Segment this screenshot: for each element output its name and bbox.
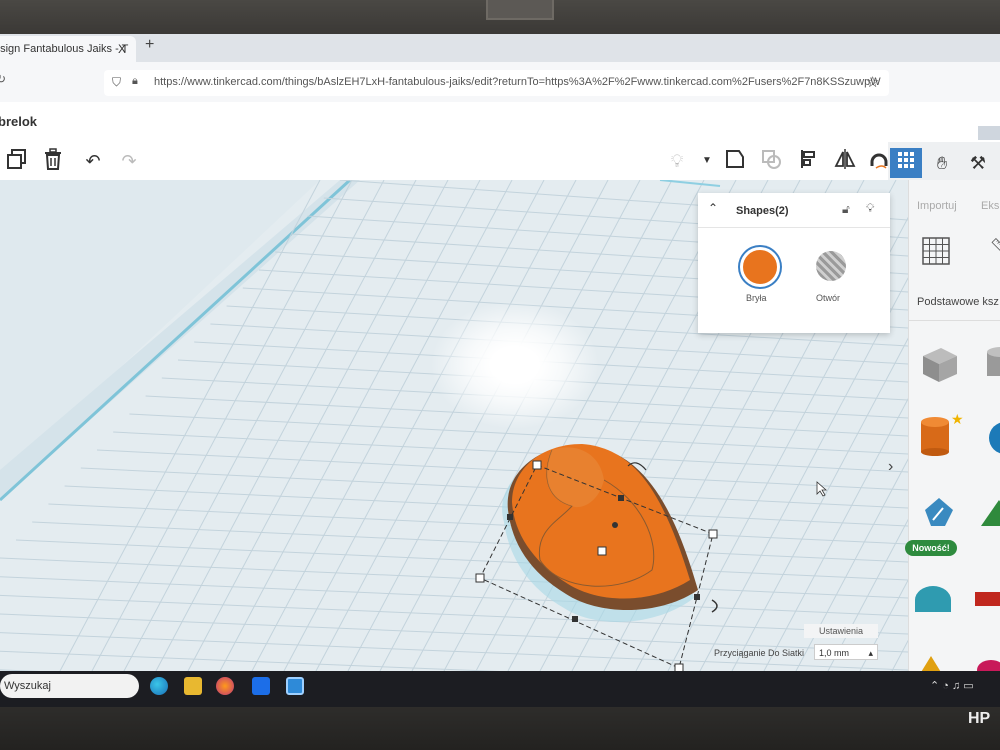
firefox-icon[interactable] — [216, 677, 234, 695]
solid-label: Bryła — [746, 293, 767, 303]
panel-divider — [909, 320, 1000, 321]
pyramid-shape[interactable] — [911, 650, 951, 671]
webcam-cover — [486, 0, 554, 20]
url-field[interactable]: ⛉ 🔒︎ https://www.tinkercad.com/things/bA… — [104, 70, 889, 96]
ungroup-icon[interactable] — [758, 148, 784, 174]
bookmark-star-icon[interactable]: ☆ — [866, 73, 879, 91]
shape-category-title[interactable]: Podstawowe ksz — [917, 296, 999, 308]
visibility-bulb-icon[interactable]: 💡︎ — [866, 201, 874, 216]
project-name[interactable]: brelok — [0, 114, 37, 129]
cylinder-shape[interactable]: ★ — [917, 412, 964, 456]
app-header: brelok — [0, 102, 1000, 143]
shapes-inspector: ⌃ Shapes(2) 🔓︎ 💡︎ Bryła Otwór — [698, 193, 890, 333]
tab-close-icon[interactable]: X — [118, 36, 126, 62]
hp-logo: HP — [968, 710, 991, 727]
lock-icon[interactable]: 🔓︎ — [842, 202, 850, 217]
snap-grid-label: Przyciąganie Do Siatki — [714, 648, 805, 658]
undo-icon[interactable]: ↶ — [80, 148, 106, 174]
mirror-icon[interactable] — [832, 148, 858, 174]
text-shape[interactable] — [973, 580, 1000, 620]
import-button[interactable]: Importuj — [917, 200, 957, 212]
shapes-count-title: Shapes(2) — [736, 205, 789, 217]
edit-toolbar: ↶ ↷ 💡︎ ▼ — [0, 142, 1000, 180]
screen-glare — [430, 300, 600, 430]
ruler-icon[interactable]: 📏︎ — [989, 236, 1000, 261]
dropbox-icon[interactable] — [252, 677, 270, 695]
taskbar-search[interactable]: Wyszukaj — [0, 674, 139, 698]
system-tray[interactable]: ⌃ ◔ ♫ ▭ — [930, 679, 974, 692]
shapes-inspector-header[interactable]: ⌃ Shapes(2) 🔓︎ 💡︎ — [698, 193, 890, 228]
redo-icon[interactable]: ↷ — [116, 148, 142, 174]
chevron-up-icon[interactable]: ⌃ — [708, 201, 718, 215]
align-icon[interactable] — [796, 148, 822, 174]
hole-label: Otwór — [816, 293, 841, 303]
app-c-icon[interactable] — [286, 677, 304, 695]
half-cylinder-shape[interactable] — [913, 580, 953, 620]
solid-button[interactable] — [740, 247, 780, 287]
grid-view-icon[interactable] — [890, 148, 922, 178]
edge-icon[interactable] — [150, 677, 168, 695]
screen: esign Fantabulous Jaiks - T X + ⌄ ↻ ⛉ 🔒︎… — [0, 34, 1000, 671]
new-badge: Nowość! — [905, 540, 957, 556]
monitor-bezel-top — [0, 0, 1000, 36]
monitor-bezel-bottom — [0, 707, 1000, 750]
group-icon[interactable] — [722, 148, 748, 174]
chevron-down-icon: ▴ — [868, 648, 873, 658]
user-avatar[interactable] — [978, 126, 1000, 140]
blocks-icon[interactable]: ✋︎ — [926, 148, 958, 178]
sphere-shape[interactable] — [985, 418, 1000, 458]
view-mode-switcher: ✋︎ ⚒︎ — [888, 142, 1000, 182]
chevron-right-icon[interactable]: › — [888, 458, 893, 476]
trash-icon[interactable] — [40, 148, 66, 174]
lock-icon[interactable]: 🔒︎ — [132, 75, 138, 88]
lightbulb-icon[interactable]: 💡︎ — [664, 148, 690, 174]
windows-taskbar: Wyszukaj ⌃ ◔ ♫ ▭ — [0, 671, 1000, 707]
browser-tab[interactable]: esign Fantabulous Jaiks - T X — [0, 36, 136, 62]
shield-icon[interactable]: ⛉ — [112, 75, 121, 90]
box-hole-shape[interactable] — [919, 344, 959, 384]
explorer-icon[interactable] — [184, 677, 202, 695]
hole-button[interactable] — [816, 251, 846, 281]
workplane-grid-icon[interactable] — [921, 236, 951, 266]
cylinder-hole-shape[interactable] — [985, 344, 1000, 384]
browser-url-bar: ↻ ⛉ 🔒︎ https://www.tinkercad.com/things/… — [0, 62, 1000, 116]
settings-button[interactable]: Ustawienia — [804, 624, 878, 638]
bricks-icon[interactable]: ⚒︎ — [962, 148, 994, 178]
url-text: https://www.tinkercad.com/things/bAslzEH… — [154, 76, 881, 88]
roof-shape[interactable] — [975, 656, 1000, 671]
pyramid-green-shape[interactable] — [979, 496, 1000, 536]
browser-tabbar: esign Fantabulous Jaiks - T X + ⌄ — [0, 34, 1000, 80]
copy-icon[interactable] — [4, 148, 30, 174]
chevron-down-icon[interactable]: ▼ — [694, 148, 720, 174]
snap-grid-select[interactable]: 1,0 mm ▴ — [814, 644, 878, 660]
tab-title: esign Fantabulous Jaiks - T — [0, 43, 129, 55]
svg-text:★: ★ — [951, 412, 963, 428]
new-tab-button[interactable]: + — [145, 36, 154, 54]
snap-grid-value: 1,0 mm — [819, 648, 850, 658]
shapes-library-panel: Importuj Eksp 📏︎ Podstawowe ksz ★ Nowość… — [905, 180, 1000, 671]
reload-icon[interactable]: ↻ — [0, 72, 6, 86]
export-button[interactable]: Eksp — [981, 200, 1000, 212]
pen-shape[interactable] — [919, 494, 959, 534]
